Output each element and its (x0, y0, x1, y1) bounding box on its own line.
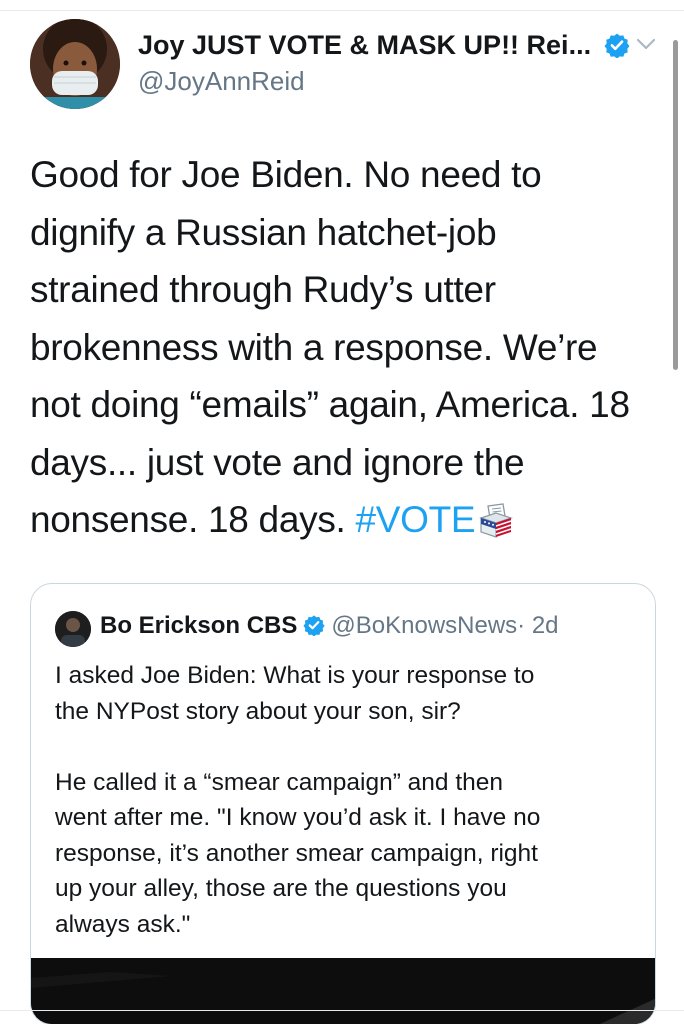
quoted-tweet-video-thumbnail[interactable] (31, 958, 655, 1024)
verified-badge-icon (604, 33, 630, 58)
verified-badge-icon (303, 615, 325, 636)
divider-bottom (0, 1010, 684, 1011)
quoted-author-handle[interactable]: @BoKnowsNews (331, 612, 517, 639)
quoted-tweet-card[interactable]: Bo Erickson CBS @BoKnowsNews· 2d I asked… (30, 583, 656, 1024)
quoted-author-avatar[interactable] (55, 611, 91, 647)
author-display-name[interactable]: Joy JUST VOTE & MASK UP!! Rei... (138, 30, 591, 61)
quoted-text-line: went after me. "I know you’d ask it. I h… (55, 804, 541, 831)
quoted-author-name[interactable]: Bo Erickson CBS (100, 612, 297, 639)
quoted-text-line: always ask." (55, 910, 191, 938)
quoted-paragraph-gap (55, 729, 645, 765)
quoted-text-line: the NYPost story about your son, sir? (55, 697, 461, 725)
chevron-down-icon[interactable] (634, 34, 658, 54)
quoted-tweet-timestamp[interactable]: · 2d (517, 612, 558, 639)
quoted-tweet-header: Bo Erickson CBS @BoKnowsNews· 2d (100, 611, 559, 641)
tweet-text-line-start: nonsense. 18 days. (30, 499, 356, 540)
quoted-text-line: I asked Joe Biden: What is your response… (55, 662, 535, 689)
tweet-text-line: strained through Rudy’s utter (30, 269, 496, 310)
quoted-text-line: up your alley, those are the questions y… (55, 875, 507, 902)
tweet-text-line: brokenness with a response. We’re (30, 326, 598, 368)
hashtag-vote-link[interactable]: #VOTE (355, 499, 475, 540)
tweet-text-line: Good for Joe Biden. No need to (30, 154, 542, 195)
tweet-text-line: days... just vote and ignore the (30, 441, 525, 483)
author-handle[interactable]: @JoyAnnReid (138, 66, 305, 97)
tweet-text-line: dignify a Russian hatchet-job (30, 211, 497, 253)
author-avatar[interactable] (30, 19, 120, 109)
tweet-screenshot: Joy JUST VOTE & MASK UP!! Rei... @JoyAnn… (0, 0, 684, 1024)
quoted-text-line: response, it’s another smear campaign, r… (55, 839, 538, 867)
tweet-text-line: not doing “emails” again, America. 18 (30, 384, 630, 425)
tweet-text-last-line: nonsense. 18 days. #VOTE (30, 491, 670, 549)
tweet-body: Good for Joe Biden. No need to dignify a… (30, 146, 670, 549)
scrollbar[interactable] (673, 40, 678, 370)
ballot-box-icon (479, 503, 514, 538)
divider-top (0, 10, 684, 11)
quoted-text-line: He called it a “smear campaign” and then (55, 768, 504, 796)
quoted-tweet-body: I asked Joe Biden: What is your response… (55, 658, 645, 942)
